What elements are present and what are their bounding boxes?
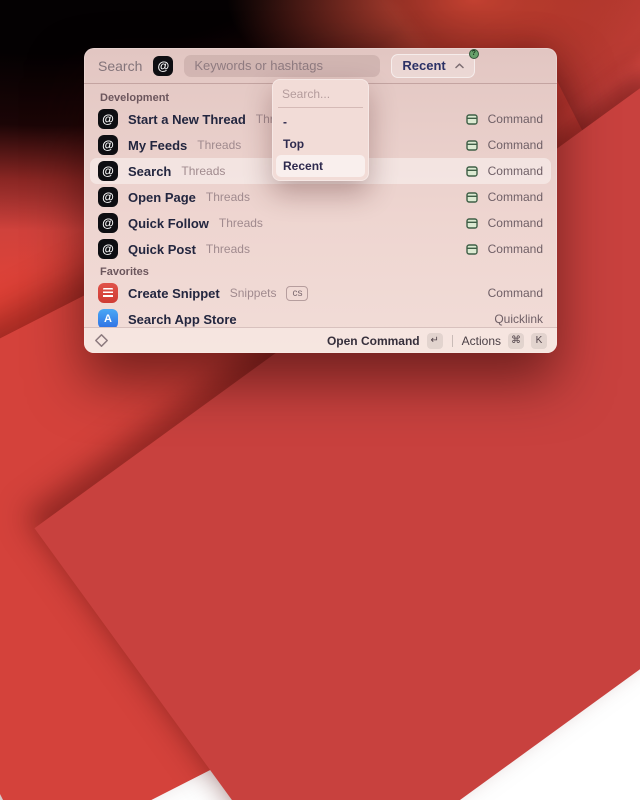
threads-icon: @: [98, 187, 118, 207]
return-key: ↵: [427, 333, 443, 349]
command-window-icon: [466, 218, 478, 229]
k-key: K: [531, 333, 547, 349]
item-title: My Feeds: [128, 138, 187, 153]
item-accessory: Command: [488, 138, 543, 152]
footer-bar: Open Command ↵ Actions ⌘ K: [84, 327, 557, 353]
snippet-icon: [98, 283, 118, 303]
appstore-icon: A: [98, 309, 118, 327]
dropdown-item[interactable]: Top: [276, 133, 365, 155]
item-accessory: Quicklink: [494, 312, 543, 326]
threads-icon: @: [153, 56, 173, 76]
item-subtitle: Threads: [206, 190, 250, 204]
dropdown-items: - Top Recent: [276, 111, 365, 177]
section-rows: Create Snippet Snippets cs Command A Sea…: [90, 280, 551, 327]
open-command-label[interactable]: Open Command: [327, 334, 420, 348]
item-tag: cs: [286, 286, 308, 301]
raycast-logo-icon: [94, 333, 109, 348]
threads-icon: @: [98, 135, 118, 155]
item-accessory: Command: [488, 216, 543, 230]
list-section: Favorites Create Snippet Snippets cs Com…: [90, 262, 551, 327]
item-accessory: Command: [488, 286, 543, 300]
section-label: Favorites: [90, 262, 551, 280]
dropdown-badge-icon: ?: [469, 49, 479, 59]
item-subtitle: Threads: [206, 242, 250, 256]
search-context-label: Search: [98, 58, 142, 74]
command-window-icon: [466, 166, 478, 177]
list-item[interactable]: Create Snippet Snippets cs Command: [90, 280, 551, 306]
item-title: Start a New Thread: [128, 112, 246, 127]
item-title: Open Page: [128, 190, 196, 205]
list-item[interactable]: @ Quick Follow Threads Command: [90, 210, 551, 236]
command-window-icon: [466, 244, 478, 255]
item-title: Search: [128, 164, 171, 179]
item-subtitle: Threads: [181, 164, 225, 178]
command-window-icon: [466, 140, 478, 151]
dropdown-item[interactable]: -: [276, 111, 365, 133]
footer-divider: [452, 335, 453, 347]
sort-dropdown-menu: - Top Recent: [272, 79, 369, 181]
raycast-window: Search @ Recent ? Development @ Start a …: [84, 48, 557, 353]
threads-icon: @: [98, 109, 118, 129]
sort-dropdown-value: Recent: [402, 58, 445, 73]
actions-label[interactable]: Actions: [462, 334, 501, 348]
item-accessory: Command: [488, 190, 543, 204]
list-item[interactable]: @ Open Page Threads Command: [90, 184, 551, 210]
threads-icon: @: [98, 161, 118, 181]
cmd-key: ⌘: [508, 333, 524, 349]
item-title: Quick Follow: [128, 216, 209, 231]
item-accessory: Command: [488, 112, 543, 126]
item-title: Create Snippet: [128, 286, 220, 301]
item-subtitle: Threads: [197, 138, 241, 152]
threads-icon: @: [98, 239, 118, 259]
dropdown-search-input[interactable]: [276, 83, 365, 105]
command-window-icon: [466, 114, 478, 125]
threads-icon: @: [98, 213, 118, 233]
sort-dropdown-button[interactable]: Recent ?: [391, 54, 474, 78]
item-title: Quick Post: [128, 242, 196, 257]
item-subtitle: Threads: [219, 216, 263, 230]
dropdown-item[interactable]: Recent: [276, 155, 365, 177]
chevron-up-icon: [455, 63, 464, 69]
item-title: Search App Store: [128, 312, 237, 327]
command-window-icon: [466, 192, 478, 203]
search-input[interactable]: [184, 55, 380, 77]
item-accessory: Command: [488, 164, 543, 178]
dropdown-divider: [278, 107, 363, 108]
item-subtitle: Snippets: [230, 286, 277, 300]
list-item[interactable]: A Search App Store Quicklink: [90, 306, 551, 327]
item-accessory: Command: [488, 242, 543, 256]
list-item[interactable]: @ Quick Post Threads Command: [90, 236, 551, 262]
